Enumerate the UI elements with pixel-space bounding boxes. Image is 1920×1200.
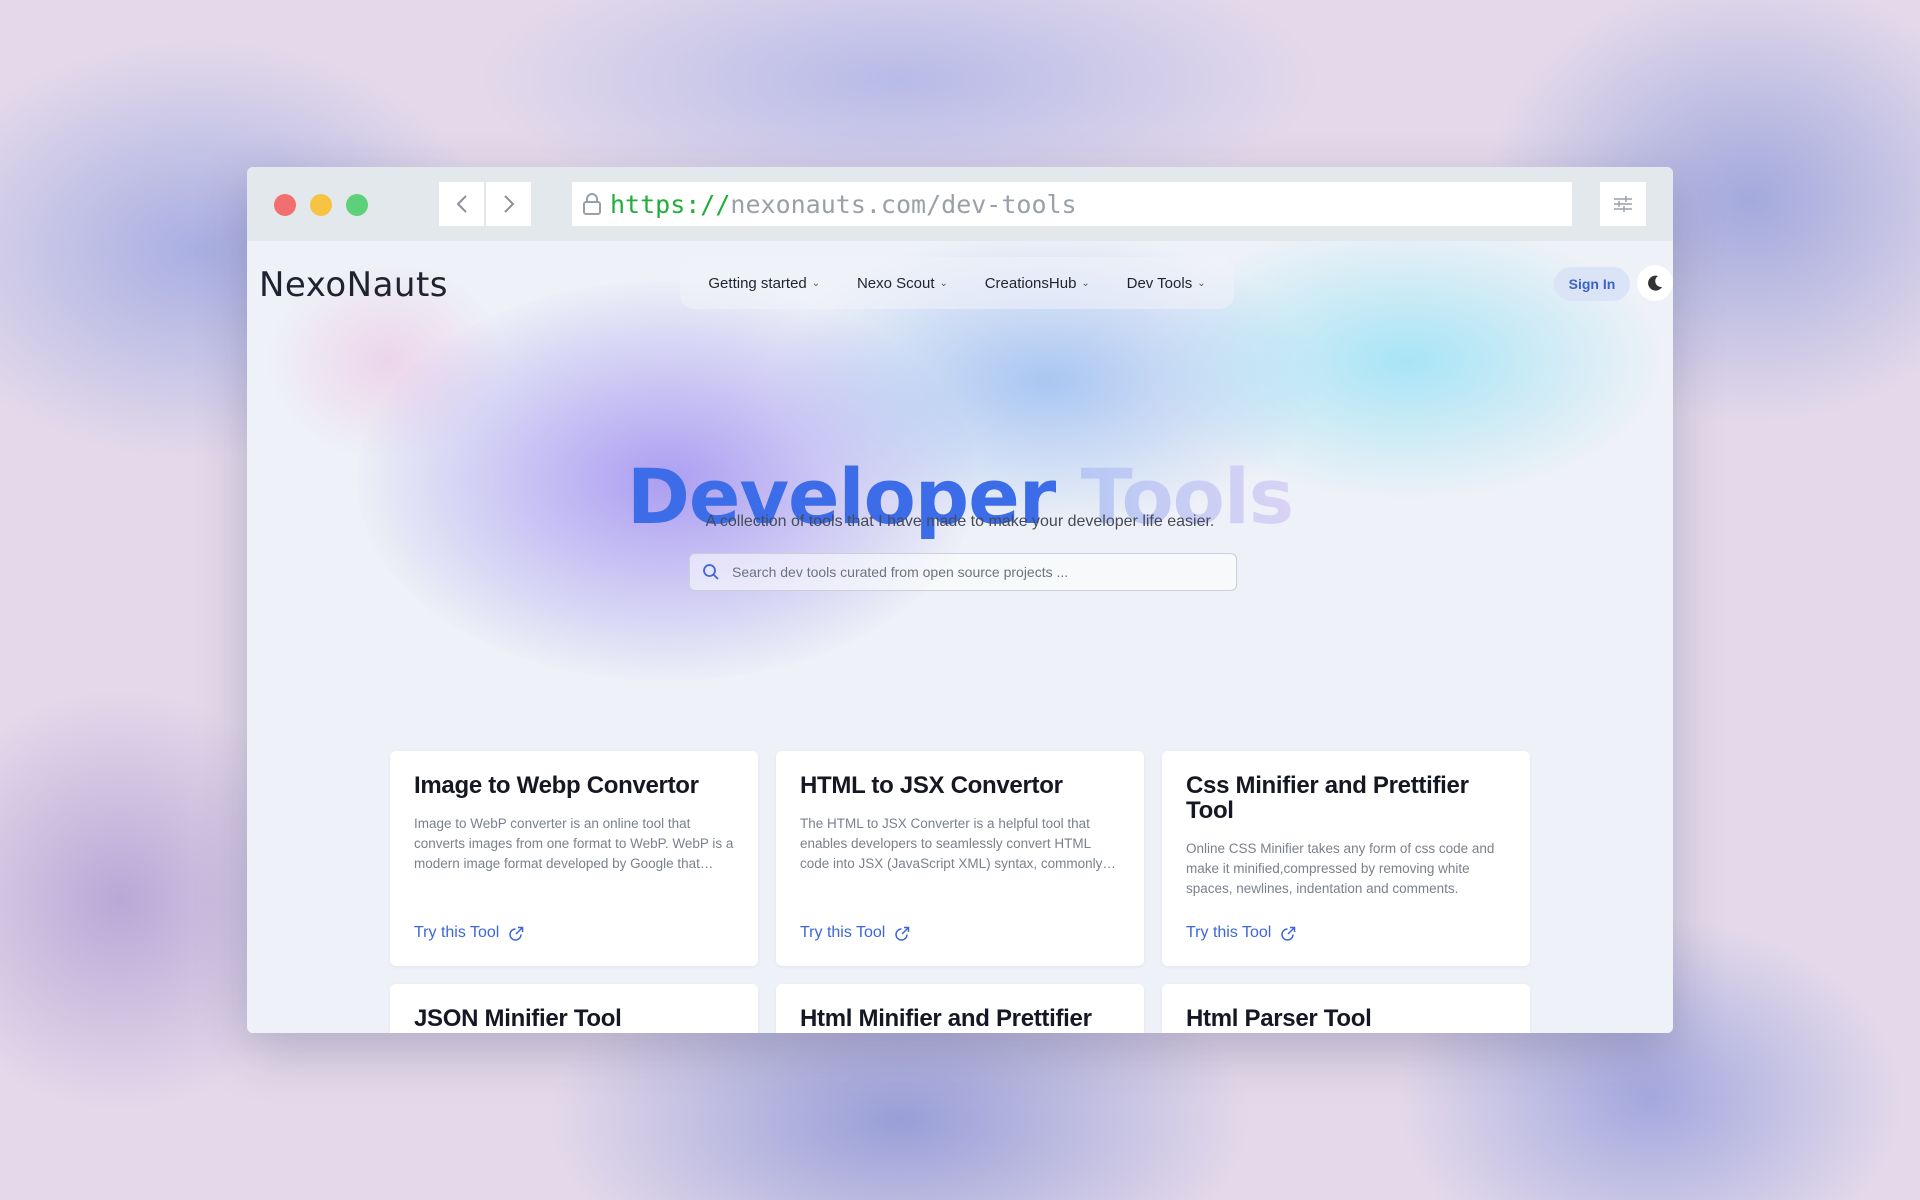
tool-card-description: Online CSS Minifier takes any form of cs… xyxy=(1186,841,1495,896)
tool-card-title: Html Minifier and Prettifier xyxy=(800,1005,1092,1032)
tool-card[interactable]: JSON Minifier Tool xyxy=(390,984,758,1033)
tool-card-title: Image to Webp Convertor xyxy=(414,772,699,799)
tool-card[interactable]: Html Parser Tool xyxy=(1162,984,1530,1033)
search-icon xyxy=(702,563,720,581)
search-box xyxy=(689,553,1237,591)
tool-card-title: Html Parser Tool xyxy=(1186,1005,1372,1032)
page-subtitle: A collection of tools that I have made t… xyxy=(705,513,1215,530)
history-nav xyxy=(439,182,531,226)
try-tool-label: Try this Tool xyxy=(800,924,886,941)
external-link-icon xyxy=(1281,926,1296,941)
sliders-icon xyxy=(1614,196,1632,212)
nav-item-label: CreationsHub xyxy=(984,274,1077,292)
browser-window: https://nexonauts.com/dev-tools NexoNaut… xyxy=(247,167,1673,1033)
url-protocol: https:// xyxy=(610,189,731,219)
close-window-button[interactable] xyxy=(274,194,296,216)
try-tool-label: Try this Tool xyxy=(1186,924,1272,941)
chevron-down-icon: ⌄ xyxy=(811,277,821,289)
nav-item-label: Dev Tools xyxy=(1126,274,1193,292)
external-link-icon xyxy=(895,926,910,941)
chevron-down-icon: ⌄ xyxy=(1081,277,1090,289)
browser-toolbar: https://nexonauts.com/dev-tools xyxy=(247,167,1673,241)
search-input[interactable] xyxy=(730,563,1194,581)
tool-card-title: JSON Minifier Tool xyxy=(414,1005,622,1032)
minimize-window-button[interactable] xyxy=(310,194,332,216)
address-bar[interactable]: https://nexonauts.com/dev-tools xyxy=(572,182,1572,226)
tool-card-title: Css Minifier and Prettifier Tool xyxy=(1186,772,1469,824)
browser-settings-button[interactable] xyxy=(1600,182,1646,226)
tool-card[interactable]: Html Minifier and Prettifier xyxy=(776,984,1144,1033)
url-path: nexonauts.com/dev-tools xyxy=(730,189,1077,219)
nav-item-label: Getting started xyxy=(708,274,807,292)
tool-card-description: The HTML to JSX Converter is a helpful t… xyxy=(800,816,1103,871)
site-logo[interactable]: NexoNauts xyxy=(259,265,448,305)
forward-button[interactable] xyxy=(486,182,531,226)
try-tool-link[interactable]: Try this Tool xyxy=(1186,924,1296,942)
nav-item-nexo-scout[interactable]: Nexo Scout ⌄ xyxy=(857,275,948,292)
moon-icon xyxy=(1648,275,1662,291)
tool-card[interactable]: Css Minifier and Prettifier Tool Online … xyxy=(1162,751,1530,966)
tool-card-title: HTML to JSX Convertor xyxy=(800,772,1063,799)
nav-item-dev-tools[interactable]: Dev Tools ⌄ xyxy=(1127,275,1206,292)
try-tool-label: Try this Tool xyxy=(414,924,500,941)
maximize-window-button[interactable] xyxy=(346,194,368,216)
tool-card[interactable]: Image to Webp Convertor Image to WebP co… xyxy=(390,751,758,966)
tool-card[interactable]: HTML to JSX Convertor The HTML to JSX Co… xyxy=(776,751,1144,966)
nav-item-getting-started[interactable]: Getting started ⌄ xyxy=(708,275,820,292)
back-button[interactable] xyxy=(439,182,484,226)
chevron-down-icon: ⌄ xyxy=(1197,277,1206,289)
lock-icon xyxy=(582,192,602,216)
chevron-right-icon xyxy=(503,195,514,213)
chevron-down-icon: ⌄ xyxy=(939,277,948,289)
try-tool-link[interactable]: Try this Tool xyxy=(800,924,910,942)
try-tool-link[interactable]: Try this Tool xyxy=(414,924,524,942)
tool-card-description: Image to WebP converter is an online too… xyxy=(414,816,734,871)
nav-item-label: Nexo Scout xyxy=(856,274,935,292)
sign-in-button[interactable]: Sign In xyxy=(1554,267,1630,301)
main-nav: Getting started ⌄ Nexo Scout ⌄ Creations… xyxy=(680,257,1234,309)
nav-item-creations-hub[interactable]: CreationsHub ⌄ xyxy=(985,275,1090,292)
chevron-left-icon xyxy=(456,195,467,213)
external-link-icon xyxy=(509,926,524,941)
page-content: NexoNauts Getting started ⌄ Nexo Scout ⌄… xyxy=(247,241,1673,1033)
theme-toggle-button[interactable] xyxy=(1637,265,1673,301)
